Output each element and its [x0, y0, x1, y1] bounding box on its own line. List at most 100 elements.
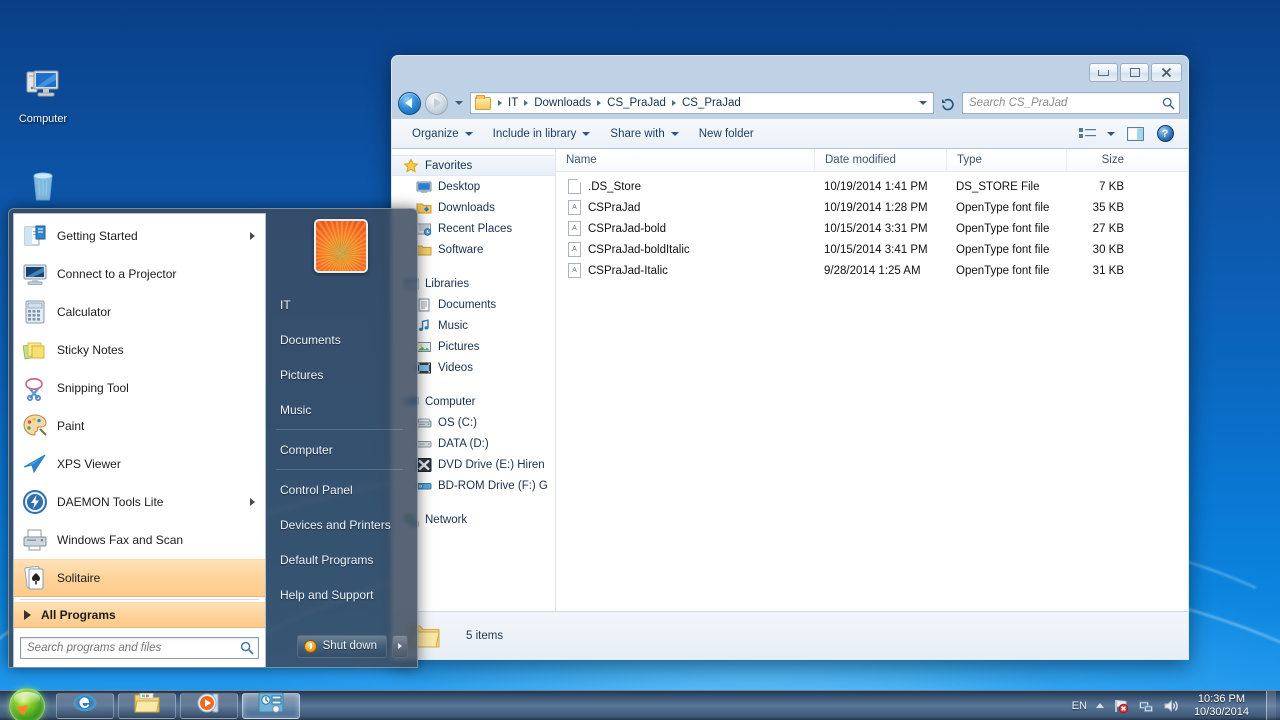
file-name-cell[interactable]: A CSPraJad-bold [556, 221, 814, 236]
start-item-sticky-notes[interactable]: Sticky Notes [14, 331, 265, 369]
start-search-box[interactable] [20, 637, 259, 659]
toolbar-right-group: ? [1074, 123, 1182, 145]
start-right-item-documents[interactable]: Documents [266, 322, 415, 357]
show-hidden-icons-button[interactable] [1095, 703, 1104, 708]
title-bar[interactable] [392, 56, 1188, 87]
view-dropdown-button[interactable] [1104, 123, 1118, 145]
file-list-pane[interactable]: Name Date modified Type Size .DS_Store 1… [556, 148, 1188, 611]
start-right-item-help-and-support[interactable]: Help and Support [266, 577, 415, 612]
start-button[interactable] [2, 687, 52, 720]
start-item-windows-fax-and-scan[interactable]: Windows Fax and Scan [14, 521, 265, 559]
security-flag-icon[interactable] [1113, 698, 1129, 714]
all-programs-button[interactable]: All Programs [14, 602, 265, 628]
start-item-daemon-tools-lite[interactable]: DAEMON Tools Lite [14, 483, 265, 521]
close-button[interactable] [1151, 63, 1182, 82]
chevron-right-icon [498, 100, 502, 106]
start-right-item-pictures[interactable]: Pictures [266, 357, 415, 392]
maximize-icon [1129, 68, 1140, 77]
help-button[interactable]: ? [1152, 123, 1178, 145]
start-item-getting-started[interactable]: Getting Started [14, 217, 265, 255]
nav-label: DVD Drive (E:) Hiren [438, 458, 545, 471]
forward-button[interactable] [425, 91, 448, 115]
file-name-cell[interactable]: A CSPraJad [556, 200, 814, 215]
nav-item-desktop[interactable]: Desktop [392, 176, 555, 197]
star-icon [403, 157, 419, 174]
shutdown-button[interactable]: Shut down [296, 634, 387, 658]
maximize-button[interactable] [1120, 63, 1149, 82]
shutdown-options-button[interactable] [392, 634, 408, 658]
change-view-button[interactable] [1074, 123, 1100, 145]
desktop-icon-computer[interactable]: Computer [0, 62, 86, 126]
start-item-label: DAEMON Tools Lite [57, 495, 164, 509]
address-dropdown-button[interactable] [915, 101, 931, 105]
start-menu-divider [276, 429, 403, 430]
start-item-solitaire[interactable]: Solitaire [14, 559, 265, 597]
toolbar-include-in-library[interactable]: Include in library [483, 122, 601, 146]
toolbar-new-folder[interactable]: New folder [689, 122, 764, 146]
show-desktop-button[interactable] [1266, 690, 1276, 720]
table-row[interactable]: A CSPraJad-boldItalic 10/15/2014 3:41 PM… [556, 239, 1188, 260]
start-item-snipping-tool[interactable]: Snipping Tool [14, 369, 265, 407]
start-right-item-music[interactable]: Music [266, 392, 415, 427]
start-right-item-control-panel[interactable]: Control Panel [266, 472, 415, 507]
network-icon[interactable] [1138, 698, 1154, 714]
windows-explorer-window[interactable]: IT Downloads CS_PraJad CS_PraJad Search … [391, 55, 1189, 660]
column-header-type[interactable]: Type [946, 148, 1066, 172]
chevron-right-icon [250, 498, 255, 506]
start-item-xps-viewer[interactable]: XPS Viewer [14, 445, 265, 483]
desktop-icon-label: Computer [18, 113, 68, 125]
breadcrumb-cs-prajad-1[interactable]: CS_PraJad [605, 97, 668, 109]
pictures-library-icon [416, 339, 432, 355]
breadcrumb-it[interactable]: IT [506, 97, 520, 109]
blank-file-icon [568, 179, 581, 194]
tray-language-indicator[interactable]: EN [1072, 700, 1087, 712]
file-date: 10/19/2014 1:28 PM [824, 201, 928, 214]
column-header-size[interactable]: Size [1066, 148, 1138, 172]
start-right-item-it[interactable]: IT [266, 287, 415, 322]
taskbar-item-control-panel[interactable] [242, 692, 300, 719]
clock-time: 10:36 PM [1197, 692, 1246, 705]
address-bar[interactable]: IT Downloads CS_PraJad CS_PraJad [470, 92, 934, 114]
start-menu-footer: Shut down [266, 631, 414, 661]
drive-icon [416, 436, 432, 452]
taskbar-clock[interactable]: 10:36 PM 10/30/2014 [1188, 693, 1255, 719]
file-name-cell[interactable]: A CSPraJad-boldItalic [556, 242, 814, 257]
column-header-date-modified[interactable]: Date modified [814, 148, 946, 172]
start-item-paint[interactable]: Paint [14, 407, 265, 445]
start-right-item-computer[interactable]: Computer [266, 432, 415, 467]
explorer-search-input[interactable]: Search CS_PraJad [962, 92, 1180, 114]
toolbar-share-with[interactable]: Share with [600, 122, 688, 146]
back-button[interactable] [398, 91, 421, 115]
taskbar[interactable]: EN 10:36 PM 10/30/2014 [0, 687, 1280, 720]
start-right-item-default-programs[interactable]: Default Programs [266, 542, 415, 577]
table-row[interactable]: A CSPraJad-Italic 9/28/2014 1:25 AM Open… [556, 260, 1188, 281]
fax-scan-icon [22, 527, 48, 553]
nav-item-favorites[interactable]: Favorites [392, 155, 555, 176]
table-row[interactable]: A CSPraJad-bold 10/15/2014 3:31 PM OpenT… [556, 218, 1188, 239]
taskbar-item-media-player[interactable] [180, 692, 238, 719]
toolbar-organize[interactable]: Organize [402, 122, 483, 146]
search-input[interactable] [27, 642, 240, 654]
desktop-icon-recycle-bin[interactable] [0, 160, 86, 211]
toolbar-label: Share with [610, 127, 665, 140]
file-name-cell[interactable]: A CSPraJad-Italic [556, 263, 814, 278]
start-menu[interactable]: Getting Started Connect to a Projector C… [8, 208, 418, 668]
breadcrumb-downloads[interactable]: Downloads [532, 97, 593, 109]
start-right-item-devices-and-printers[interactable]: Devices and Printers [266, 507, 415, 542]
refresh-button[interactable] [938, 92, 958, 114]
start-item-connect-to-a-projector[interactable]: Connect to a Projector [14, 255, 265, 293]
start-item-calculator[interactable]: Calculator [14, 293, 265, 331]
column-header-name[interactable]: Name [556, 149, 814, 172]
breadcrumb-cs-prajad-2[interactable]: CS_PraJad [680, 97, 743, 109]
volume-icon[interactable] [1163, 698, 1179, 714]
taskbar-item-internet-explorer[interactable] [56, 692, 114, 719]
minimize-button[interactable] [1089, 63, 1118, 82]
table-row[interactable]: .DS_Store 10/19/2014 1:41 PM DS_STORE Fi… [556, 176, 1188, 197]
taskbar-item-windows-explorer[interactable] [118, 692, 176, 719]
start-item-label: Connect to a Projector [57, 267, 177, 281]
avatar[interactable] [313, 219, 368, 273]
table-row[interactable]: A CSPraJad 10/19/2014 1:28 PM OpenType f… [556, 197, 1188, 218]
recent-pages-button[interactable] [452, 93, 466, 113]
file-name-cell[interactable]: .DS_Store [556, 179, 814, 194]
preview-pane-button[interactable] [1122, 123, 1148, 145]
